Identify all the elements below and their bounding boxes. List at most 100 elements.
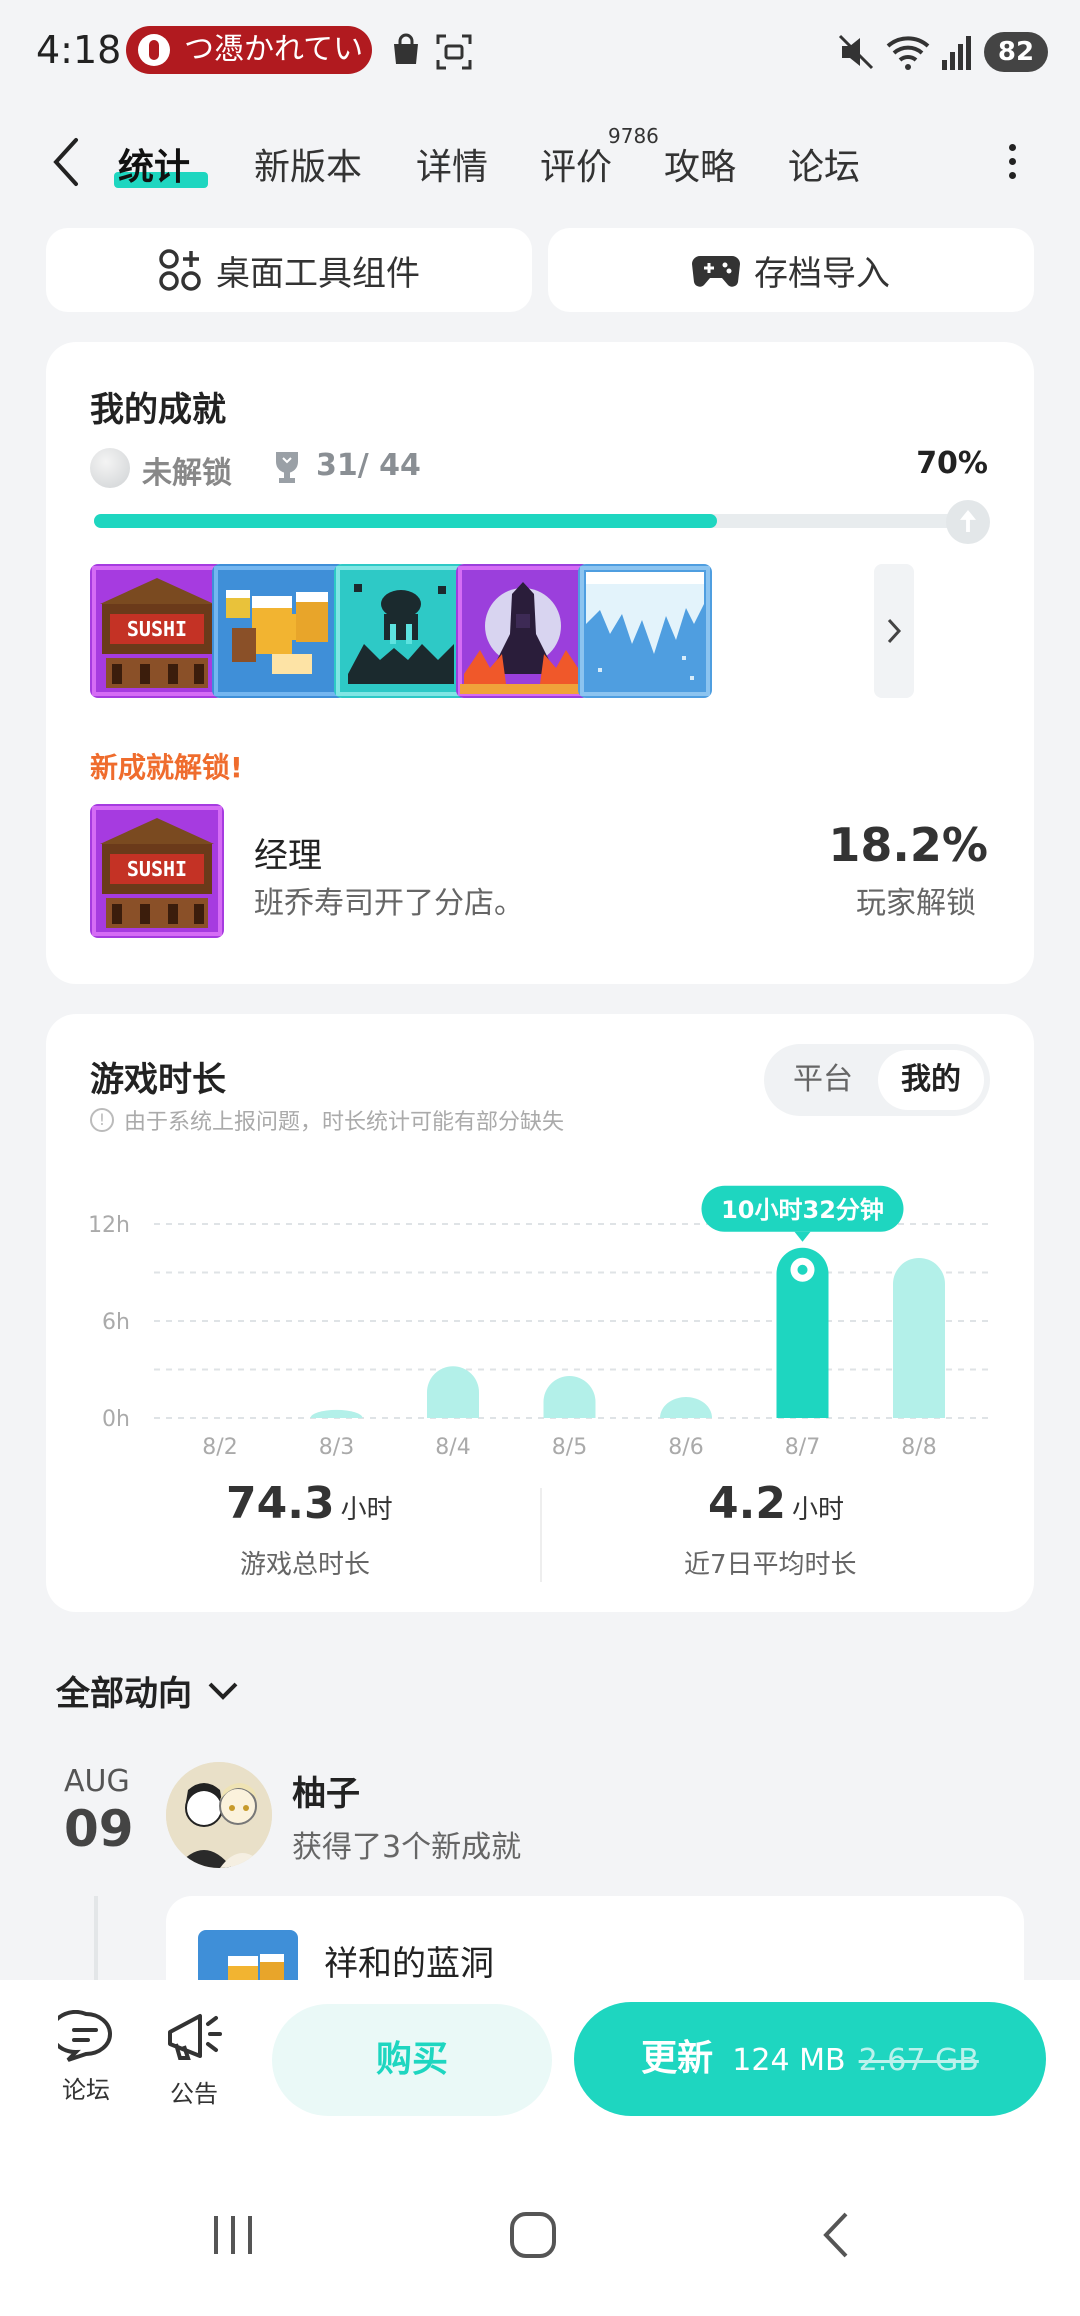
widgets-icon bbox=[159, 249, 201, 291]
bottom-action-bar: 论坛 公告 购买 更新 124 MB 2.67 GB bbox=[0, 1980, 1080, 2160]
chart-xtick-label: 8/3 bbox=[319, 1435, 354, 1460]
announcement-label: 公告 bbox=[170, 2080, 218, 2108]
signal-icon bbox=[942, 36, 971, 70]
shopping-bag-icon bbox=[394, 33, 418, 64]
chart-bar bbox=[893, 1257, 945, 1418]
feed-filter-label: 全部动向 bbox=[56, 1674, 192, 1714]
back-icon[interactable] bbox=[44, 134, 92, 190]
segment-platform[interactable]: 平台 bbox=[770, 1050, 876, 1110]
total-playtime-label: 游戏总时长 bbox=[240, 1550, 371, 1580]
segment-mine[interactable]: 我的 bbox=[878, 1050, 984, 1110]
tab-new-version[interactable]: 新版本 bbox=[254, 138, 362, 190]
status-bar: 4:18 つ憑かれてい 82 bbox=[0, 0, 1080, 104]
feed-month: AUG bbox=[64, 1764, 130, 1799]
info-icon: ! bbox=[90, 1108, 114, 1132]
forum-label: 论坛 bbox=[62, 2076, 110, 2104]
back-nav-icon[interactable] bbox=[812, 2210, 862, 2260]
tab-reviews[interactable]: 评价 bbox=[540, 138, 612, 190]
playtime-notice: ! 由于系统上报问题，时长统计可能有部分缺失 bbox=[90, 1104, 564, 1136]
app-logo-icon bbox=[138, 34, 170, 66]
tab-stats[interactable]: 统计 bbox=[118, 138, 190, 190]
tab-forum[interactable]: 论坛 bbox=[788, 138, 860, 190]
chart-bar bbox=[310, 1409, 363, 1418]
manager-achievement-icon[interactable]: SUSHI bbox=[90, 804, 224, 938]
achievement-name: 经理 bbox=[254, 836, 322, 876]
screenshot-icon bbox=[436, 34, 472, 70]
widget-button-label: 桌面工具组件 bbox=[216, 253, 420, 294]
progress-goal-icon bbox=[946, 500, 990, 544]
new-achievement-label: 新成就解锁! bbox=[90, 751, 243, 784]
chart-tooltip-text: 10小时32分钟 bbox=[721, 1196, 884, 1224]
avg-playtime-unit: 小时 bbox=[791, 1495, 844, 1525]
beer-badge-icon[interactable] bbox=[212, 564, 346, 698]
feed-filter[interactable]: 全部动向 bbox=[56, 1666, 240, 1715]
moon-badge-icon[interactable] bbox=[456, 564, 590, 698]
chart-xtick-label: 8/2 bbox=[202, 1435, 237, 1460]
more-options-icon[interactable] bbox=[1000, 140, 1024, 180]
widget-button[interactable]: 桌面工具组件 bbox=[46, 228, 532, 312]
chart-ytick-label: 12h bbox=[88, 1213, 130, 1238]
buy-button[interactable]: 购买 bbox=[272, 2004, 552, 2116]
more-badges-button[interactable] bbox=[874, 564, 914, 698]
achievement-unlock-rate: 18.2% bbox=[828, 818, 988, 872]
playtime-chart: 0h 6h 12h 8/2 8/3 8/4 8/5 8/6 8/7 10小时32分钟 8/8 bbox=[88, 1185, 990, 1460]
achievement-count: 31/ 44 bbox=[316, 448, 421, 483]
chart-tooltip-pointer bbox=[794, 1231, 811, 1242]
wifi-icon bbox=[886, 36, 930, 70]
home-icon[interactable] bbox=[508, 2210, 558, 2260]
playtime-notice-text: 由于系统上报问题，时长统计可能有部分缺失 bbox=[124, 1110, 565, 1135]
achievement-percent: 70% bbox=[916, 446, 988, 481]
chart-xtick-label: 8/8 bbox=[901, 1435, 936, 1460]
total-playtime-unit: 小时 bbox=[340, 1495, 393, 1525]
tab-guides[interactable]: 攻略 bbox=[664, 138, 736, 190]
locked-label: 未解锁 bbox=[142, 456, 232, 491]
forum-button[interactable]: 论坛 bbox=[46, 2010, 126, 2105]
chart-bar bbox=[660, 1396, 712, 1418]
status-time: 4:18 bbox=[36, 28, 122, 72]
mute-icon bbox=[838, 34, 874, 70]
chart-ytick-label: 6h bbox=[102, 1310, 130, 1335]
chart-bar bbox=[427, 1366, 479, 1418]
chevron-down-icon bbox=[208, 1682, 238, 1700]
svg-text:SUSHI: SUSHI bbox=[127, 857, 187, 881]
playtime-title: 游戏时长 bbox=[90, 1060, 226, 1100]
avatar[interactable] bbox=[166, 1762, 272, 1868]
avg-playtime-label: 近7日平均时长 bbox=[684, 1550, 857, 1580]
feed-username[interactable]: 柚子 bbox=[292, 1766, 360, 1815]
chart-xtick-label: 8/7 bbox=[785, 1435, 820, 1460]
timeline-line bbox=[94, 1896, 98, 1980]
update-size: 124 MB bbox=[732, 2043, 846, 2078]
playtime-card: 游戏时长 平台 我的 ! 由于系统上报问题，时长统计可能有部分缺失 0h 6h 12… bbox=[46, 1014, 1034, 1612]
achievement-progress-bar bbox=[94, 514, 984, 528]
chart-ytick-label: 0h bbox=[102, 1407, 130, 1432]
user-avatar-icon bbox=[166, 1762, 272, 1868]
update-button[interactable]: 更新 124 MB 2.67 GB bbox=[574, 2002, 1046, 2116]
update-label: 更新 bbox=[641, 2038, 714, 2079]
walrus-badge-icon[interactable] bbox=[334, 564, 468, 698]
top-nav: 统计 新版本 详情 评价 9786 攻略 论坛 bbox=[0, 120, 1080, 206]
announcement-button[interactable]: 公告 bbox=[154, 2010, 234, 2109]
locked-medal-icon bbox=[90, 448, 130, 488]
feed-card-title: 祥和的蓝洞 bbox=[324, 1944, 494, 1984]
feed-action: 获得了3个新成就 bbox=[292, 1830, 522, 1865]
achievements-title: 我的成就 bbox=[90, 390, 226, 430]
system-nav-bar bbox=[0, 2160, 1080, 2316]
total-playtime-number: 74.3 bbox=[226, 1478, 335, 1529]
gamepad-icon bbox=[692, 256, 740, 287]
chevron-right-icon bbox=[887, 618, 902, 644]
ice-cave-badge-icon[interactable] bbox=[578, 564, 712, 698]
megaphone-icon bbox=[168, 2014, 222, 2060]
recent-apps-icon[interactable] bbox=[208, 2210, 258, 2260]
achievement-progress-fill bbox=[94, 514, 717, 528]
forum-icon bbox=[49, 2010, 112, 2062]
tab-details[interactable]: 详情 bbox=[416, 138, 488, 190]
trophy-icon bbox=[276, 452, 298, 483]
save-import-button[interactable]: 存档导入 bbox=[548, 228, 1034, 312]
battery-indicator: 82 bbox=[984, 32, 1048, 72]
playtime-segment-control: 平台 我的 bbox=[764, 1044, 990, 1116]
achievements-card[interactable]: 我的成就 未解锁 31/ 44 70% SUSHI 新成就解锁! SUSHI 经… bbox=[46, 342, 1034, 984]
svg-text:SUSHI: SUSHI bbox=[127, 617, 187, 641]
review-count-badge: 9786 bbox=[608, 124, 659, 148]
sushi-badge-icon[interactable]: SUSHI bbox=[90, 564, 224, 698]
notification-pill[interactable]: つ憑かれてい bbox=[126, 26, 372, 74]
